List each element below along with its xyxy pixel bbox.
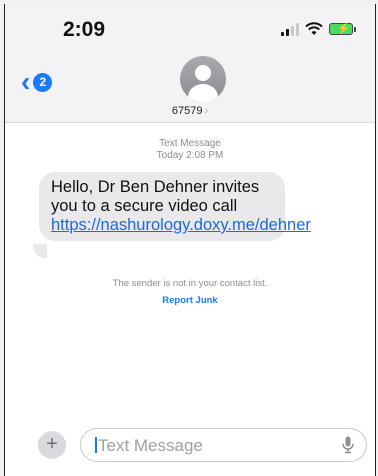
chevron-right-icon: › (204, 105, 209, 117)
contact-name[interactable]: 67579 › (5, 105, 375, 117)
message-link[interactable]: https://nashurology.doxy.me/dehner (51, 216, 311, 234)
message-bubble[interactable]: Hello, Dr Ben Dehner invites you to a se… (39, 172, 311, 241)
status-icons: ⚡ (281, 22, 356, 36)
message-type: Text Message (159, 138, 221, 149)
unknown-sender-notice: The sender is not in your contact list. (112, 278, 268, 289)
message-meta: Text Message Today 2:08 PM (5, 138, 375, 162)
text-cursor (95, 437, 97, 453)
status-time: 2:09 (63, 18, 106, 41)
avatar-head (195, 65, 211, 81)
contact-number: 67579 (171, 105, 203, 117)
avatar-body (188, 84, 218, 102)
message-input[interactable]: Text Message (80, 428, 367, 462)
microphone-icon[interactable] (342, 436, 354, 454)
signal-icon (281, 22, 299, 36)
plus-button[interactable]: + (38, 431, 66, 459)
unread-badge: 2 (33, 72, 53, 92)
battery-icon: ⚡ (329, 23, 356, 35)
chevron-left-icon: ‹ (21, 66, 31, 97)
bubble-tail (33, 244, 47, 258)
messages-screen: 2:09 ⚡ ‹ 2 67579 › Text Message Today 2:0… (4, 4, 376, 476)
wifi-icon (305, 22, 323, 35)
contact-avatar[interactable] (180, 56, 226, 102)
message-timestamp: Today 2:08 PM (156, 150, 224, 161)
message-text: Hello, Dr Ben Dehner invites you to a se… (51, 178, 260, 215)
input-placeholder: Text Message (98, 436, 203, 455)
conversation-header: 2:09 ⚡ ‹ 2 67579 › (5, 4, 375, 123)
report-junk-link[interactable]: Report Junk (5, 295, 375, 306)
back-button[interactable]: ‹ 2 (21, 66, 53, 97)
